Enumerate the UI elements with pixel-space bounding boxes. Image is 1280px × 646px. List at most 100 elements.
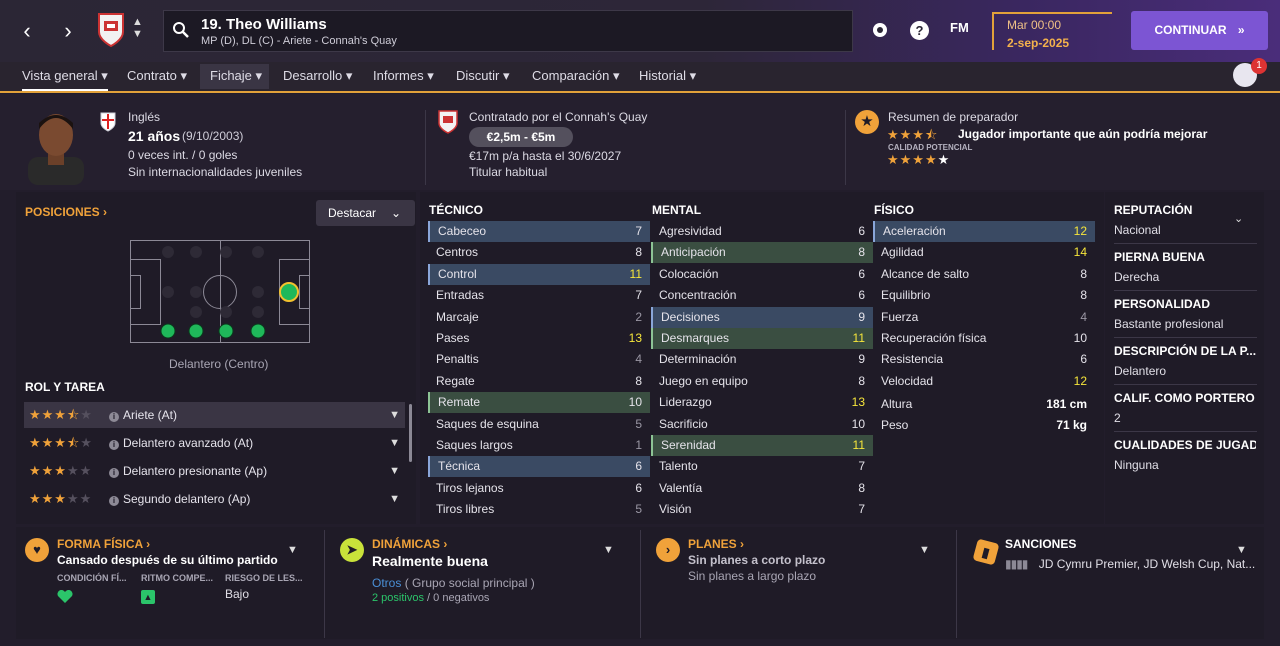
attribute-value: 7 <box>635 224 642 238</box>
attribute-value: 8 <box>1080 288 1087 303</box>
sanciones-title: SANCIONES <box>1005 537 1077 551</box>
attribute-row[interactable]: Juego en equipo 8 <box>651 371 873 392</box>
attribute-row[interactable]: Agresividad 6 <box>651 221 873 242</box>
attribute-row[interactable]: Pases 13 <box>428 328 650 349</box>
tab-comparacion[interactable]: Comparación ▾ <box>532 68 619 84</box>
attribute-row[interactable]: Recuperación física 10 <box>873 328 1095 349</box>
attribute-name: Concentración <box>659 288 737 303</box>
attribute-row[interactable]: Saques de esquina 5 <box>428 414 650 435</box>
coach-summary: Jugador importante que aún podría mejora… <box>958 127 1208 141</box>
tab-fichaje[interactable]: Fichaje ▾ <box>210 68 262 84</box>
attribute-row[interactable]: Equilibrio 8 <box>873 285 1095 306</box>
attribute-row[interactable]: Aceleración 12 <box>873 221 1095 242</box>
forward-button[interactable]: › <box>55 18 81 44</box>
tab-historial[interactable]: Historial ▾ <box>639 68 696 84</box>
attribute-row[interactable]: Talento 7 <box>651 456 873 477</box>
attribute-row[interactable]: Desmarques 11 <box>651 328 873 349</box>
chevron-down-icon: ⌄ <box>390 206 401 220</box>
attribute-row[interactable]: Tiros lejanos 6 <box>428 478 650 499</box>
planes-title[interactable]: PLANES › <box>688 537 744 551</box>
chevron-down-icon[interactable]: ▼ <box>603 544 614 556</box>
attribute-row[interactable]: Marcaje 2 <box>428 307 650 328</box>
attribute-row[interactable]: Determinación 9 <box>651 349 873 370</box>
attribute-value: 13 <box>851 395 865 410</box>
tab-desarrollo[interactable]: Desarrollo ▾ <box>283 68 352 84</box>
attribute-value: 2 <box>635 309 642 324</box>
chevron-down-icon[interactable]: ▼ <box>919 544 930 556</box>
attribute-row[interactable]: Decisiones 9 <box>651 306 873 328</box>
role-row-delantero-avanzado[interactable]: ★★★⯪★ i Delantero avanzado (At) ▼ <box>24 430 405 456</box>
england-flag-icon <box>100 112 116 132</box>
date-day: Mar 00:00 <box>1007 18 1062 32</box>
tab-vista-general[interactable]: Vista general ▾ <box>22 68 108 91</box>
positions-title[interactable]: POSICIONES › <box>25 205 107 219</box>
position-label: Delantero (Centro) <box>169 357 269 371</box>
position-dots <box>160 246 299 339</box>
attribute-row[interactable]: Colocación 6 <box>651 264 873 285</box>
chevron-down-icon[interactable]: ▼ <box>1236 544 1247 556</box>
attribute-name: Marcaje <box>436 309 479 324</box>
attribute-row[interactable]: Penaltis 4 <box>428 349 650 370</box>
notification-badge: 1 <box>1251 58 1267 74</box>
attribute-value: 4 <box>635 352 642 367</box>
player-search-box[interactable]: 19. Theo Williams MP (D), DL (C) - Ariet… <box>163 10 853 52</box>
role-row-segundo-delantero[interactable]: ★★★★★ i Segundo delantero (Ap) ▼ <box>24 486 405 512</box>
highlight-dropdown[interactable]: Destacar ⌄ <box>316 200 415 226</box>
attribute-row[interactable]: Valentía 8 <box>651 478 873 499</box>
weight-value: 71 kg <box>1056 418 1087 432</box>
role-row-delantero-presionante[interactable]: ★★★★★ i Delantero presionante (Ap) ▼ <box>24 458 405 484</box>
attribute-row[interactable]: Cabeceo 7 <box>428 221 650 242</box>
attribute-name: Colocación <box>659 266 719 281</box>
attribute-row[interactable]: Agilidad 14 <box>873 242 1095 263</box>
attribute-row[interactable]: Entradas 7 <box>428 285 650 306</box>
role-row-ariete[interactable]: ★★★⯪★ i Ariete (At) ▼ <box>24 402 405 428</box>
attribute-name: Resistencia <box>881 352 944 367</box>
accent-divider <box>0 91 1280 93</box>
attribute-row[interactable]: Control 11 <box>428 263 650 285</box>
attribute-row[interactable]: Centros 8 <box>428 242 650 263</box>
dinamicas-title[interactable]: DINÁMICAS › <box>372 537 447 551</box>
tecnico-title: TÉCNICO <box>429 203 483 217</box>
club-crest-icon[interactable] <box>95 12 127 48</box>
attribute-row[interactable]: Serenidad 11 <box>651 435 873 456</box>
attribute-row[interactable]: Liderazgo 13 <box>651 392 873 413</box>
attribute-row[interactable]: Fuerza 4 <box>873 307 1095 328</box>
tab-contrato[interactable]: Contrato ▾ <box>127 68 187 84</box>
match-sharpness-column: RITMO COMPE... <box>141 573 213 583</box>
attribute-row[interactable]: Sacrificio 10 <box>651 414 873 435</box>
forma-fisica-title[interactable]: FORMA FÍSICA › <box>57 537 150 551</box>
bottom-divider <box>640 530 641 638</box>
injury-risk-value: Bajo <box>225 587 250 601</box>
social-group-link[interactable]: Otros <box>372 576 401 590</box>
attribute-row[interactable]: Visión 7 <box>651 499 873 520</box>
attribute-row[interactable]: Regate 8 <box>428 371 650 392</box>
chevron-down-icon[interactable]: ▼ <box>287 544 298 556</box>
tab-discutir[interactable]: Discutir ▾ <box>456 68 509 84</box>
fm-menu-button[interactable]: FM <box>950 20 969 35</box>
chevron-down-icon[interactable]: ⌄ <box>1234 212 1243 225</box>
attribute-name: Pases <box>436 331 470 345</box>
value-range-badge[interactable]: €2,5m - €5m <box>469 127 573 147</box>
attribute-row[interactable]: Remate 10 <box>428 392 650 414</box>
attribute-row[interactable]: Concentración 6 <box>651 285 873 306</box>
continue-button[interactable]: CONTINUAR » <box>1131 11 1268 50</box>
role-stars: ★★★⯪★ <box>29 407 93 422</box>
roles-title: ROL Y TAREA <box>25 380 105 394</box>
attribute-row[interactable]: Velocidad 12 <box>873 371 1095 392</box>
back-button[interactable]: ‹ <box>14 18 40 44</box>
attribute-row[interactable]: Técnica 6 <box>428 456 650 478</box>
attribute-row[interactable]: Anticipación 8 <box>651 242 873 264</box>
contracted-by: Contratado por el Connah's Quay <box>469 110 648 124</box>
attribute-row[interactable]: Tiros libres 5 <box>428 499 650 520</box>
roles-scrollbar[interactable] <box>409 404 412 462</box>
attribute-row[interactable]: Resistencia 6 <box>873 349 1095 370</box>
help-icon[interactable]: ? <box>910 21 929 40</box>
attribute-row[interactable]: Saques largos 1 <box>428 435 650 456</box>
search-icon <box>173 22 189 38</box>
header-divider-2 <box>845 110 846 185</box>
ball-icon[interactable] <box>870 20 890 40</box>
tab-informes[interactable]: Informes ▾ <box>373 68 434 84</box>
club-switch-arrows[interactable]: ▲ ▼ <box>132 16 143 40</box>
international-caps: 0 veces int. / 0 goles <box>128 148 238 162</box>
attribute-row[interactable]: Alcance de salto 8 <box>873 264 1095 285</box>
